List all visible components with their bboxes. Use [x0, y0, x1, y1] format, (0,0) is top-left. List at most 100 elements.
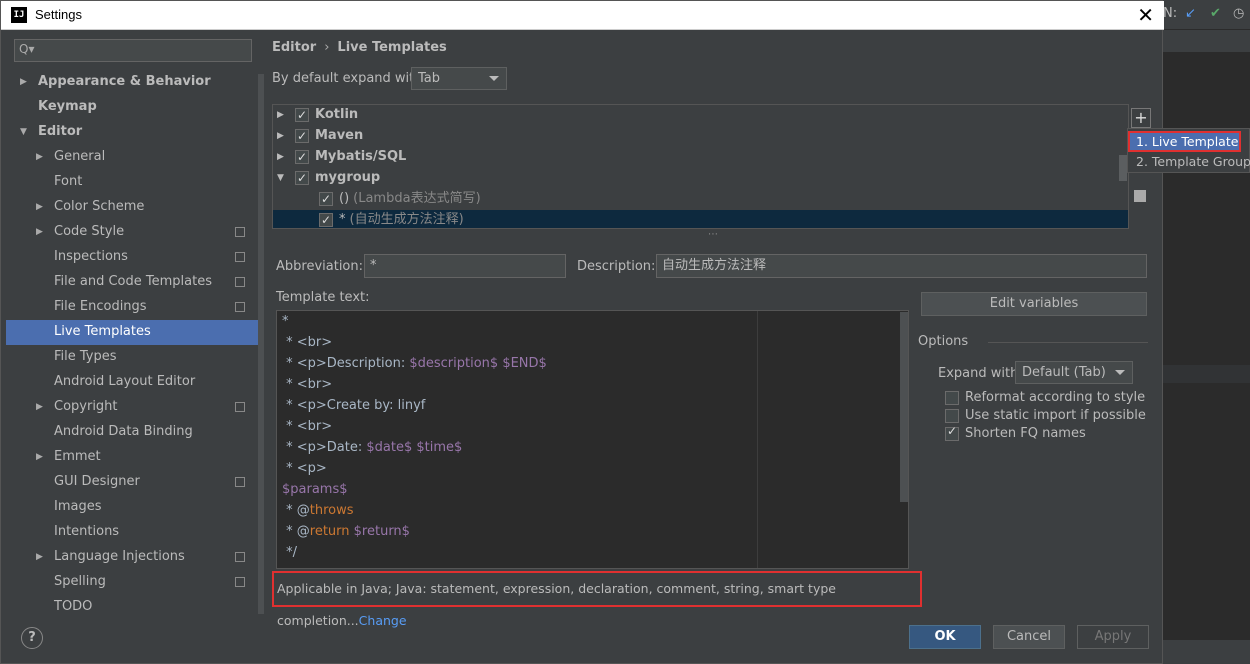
copy-icon[interactable] — [1134, 190, 1146, 202]
ide-toolbar: N: ↙ ✔ ◷ — [1163, 0, 1250, 30]
chevron-right-icon[interactable]: ▶ — [36, 445, 43, 469]
arrow-icon[interactable]: ↙ — [1185, 6, 1196, 21]
chevron-right-icon[interactable]: ▶ — [277, 126, 284, 146]
editor-scrollbar[interactable] — [900, 312, 908, 502]
sidebar-item[interactable]: Font — [6, 170, 261, 195]
sidebar-item[interactable]: Android Layout Editor — [6, 370, 261, 395]
template-label: Maven — [315, 126, 363, 146]
breadcrumb: Editor › Live Templates — [272, 40, 447, 55]
expand-with-select[interactable]: Tab — [411, 67, 507, 90]
template-checkbox[interactable] — [295, 168, 309, 188]
sidebar-item[interactable]: Inspections — [6, 245, 261, 270]
sidebar-item[interactable]: ▶ Color Scheme — [6, 195, 261, 220]
sidebar-item[interactable]: File and Code Templates — [6, 270, 261, 295]
sidebar-item[interactable]: ▶ General — [6, 145, 261, 170]
close-icon[interactable]: ✕ — [1137, 3, 1154, 27]
sidebar-item[interactable]: GUI Designer — [6, 470, 261, 495]
sidebar-item[interactable]: Keymap — [6, 95, 261, 120]
ok-button[interactable]: OK — [909, 625, 981, 649]
option-checkbox[interactable] — [945, 409, 959, 423]
sidebar-item-label: File Encodings — [54, 299, 147, 314]
sidebar-item[interactable]: ▶ Copyright — [6, 395, 261, 420]
template-text-editor[interactable]: * * <br> * <p>Description: $description$… — [276, 310, 909, 569]
sidebar-item[interactable]: Intentions — [6, 520, 261, 545]
template-text: * <br> — [282, 419, 333, 434]
sidebar-item-label: Android Layout Editor — [54, 374, 196, 389]
template-abbreviation: Kotlin — [315, 107, 359, 122]
help-button[interactable]: ? — [21, 627, 43, 649]
sidebar-item[interactable]: TODO — [6, 595, 261, 610]
template-line: * @throws — [282, 500, 353, 521]
popup-item-template-group[interactable]: 2. Template Group... — [1128, 151, 1250, 172]
chevron-right-icon[interactable]: ▶ — [36, 220, 43, 244]
chevron-right-icon[interactable]: ▶ — [36, 145, 43, 169]
change-contexts-link[interactable]: Change — [359, 613, 407, 628]
sidebar-item[interactable]: Android Data Binding — [6, 420, 261, 445]
sidebar-item[interactable]: Spelling — [6, 570, 261, 595]
sidebar-item[interactable]: ▶ Emmet — [6, 445, 261, 470]
template-text: * — [282, 314, 289, 329]
sidebar-item[interactable]: File Encodings — [6, 295, 261, 320]
sidebar-item[interactable]: Images — [6, 495, 261, 520]
sidebar-item[interactable]: ▶ Code Style — [6, 220, 261, 245]
sidebar-item[interactable]: File Types — [6, 345, 261, 370]
sidebar-item[interactable]: ▼ Editor — [6, 120, 261, 145]
chevron-right-icon[interactable]: ▶ — [36, 195, 43, 219]
chevron-right-icon[interactable]: ▶ — [277, 147, 284, 167]
settings-search-input[interactable]: Q▾ — [14, 39, 252, 62]
abbreviation-field[interactable]: * — [364, 254, 566, 278]
tree-scrollbar[interactable] — [1119, 155, 1127, 181]
sidebar-item[interactable]: Live Templates — [6, 320, 261, 345]
template-line: * <br> — [282, 332, 332, 353]
option-checkbox[interactable] — [945, 391, 959, 405]
options-expand-select[interactable]: Default (Tab) — [1015, 361, 1133, 384]
chevron-down-icon[interactable]: ▼ — [277, 168, 284, 188]
chevron-down-icon[interactable]: ▼ — [20, 120, 27, 144]
template-checkbox[interactable] — [319, 189, 333, 209]
chevron-right-icon[interactable]: ▶ — [36, 545, 43, 569]
check-icon[interactable]: ✔ — [1210, 6, 1221, 21]
template-group-row[interactable]: ▶ Mybatis/SQL — [273, 147, 1128, 168]
ide-toolbar-label: N: — [1163, 6, 1178, 21]
template-line: * <br> — [282, 416, 332, 437]
expand-with-label: By default expand with — [272, 71, 423, 86]
apply-button[interactable]: Apply — [1077, 625, 1149, 649]
template-text: * <p>Create by: linyf — [282, 398, 426, 413]
live-templates-panel: Editor › Live Templates By default expand … — [263, 31, 1163, 628]
option-checkbox-label: Use static import if possible — [965, 408, 1146, 423]
sidebar-item[interactable]: ▶ Appearance & Behavior — [6, 70, 261, 95]
template-label: mygroup — [315, 168, 380, 188]
template-checkbox[interactable] — [319, 210, 333, 228]
template-row[interactable]: ()(Lambda表达式简写) — [273, 189, 1128, 210]
clock-icon[interactable]: ◷ — [1233, 6, 1244, 21]
chevron-right-icon[interactable]: ▶ — [20, 70, 27, 94]
template-checkbox[interactable] — [295, 147, 309, 167]
template-row[interactable]: *(自动生成方法注释) — [273, 210, 1128, 228]
splitter-handle[interactable]: ⋯ — [708, 229, 718, 240]
template-variable: $description$ $END$ — [409, 356, 547, 371]
chevron-right-icon[interactable]: ▶ — [36, 395, 43, 419]
sidebar-item[interactable]: ▶ Language Injections — [6, 545, 261, 570]
popup-item-live-template[interactable]: 1. Live Template — [1128, 131, 1241, 152]
project-scope-icon — [235, 227, 245, 237]
description-field[interactable]: 自动生成方法注释 — [656, 254, 1147, 278]
add-template-button[interactable]: + — [1131, 108, 1151, 128]
template-group-row[interactable]: ▶ Maven — [273, 126, 1128, 147]
expand-with-value: Tab — [418, 71, 441, 86]
option-checkbox-label: Reformat according to style — [965, 390, 1146, 405]
options-expand-label: Expand with — [938, 366, 1019, 381]
template-text: */ — [282, 545, 298, 560]
edit-variables-button[interactable]: Edit variables — [921, 292, 1147, 316]
template-line: * <p>Description: $description$ $END$ — [282, 353, 547, 374]
template-checkbox[interactable] — [295, 126, 309, 146]
chevron-right-icon[interactable]: ▶ — [277, 105, 284, 125]
cancel-button[interactable]: Cancel — [993, 625, 1065, 649]
template-group-row[interactable]: ▶ Kotlin — [273, 105, 1128, 126]
template-line: * <p>Date: $date$ $time$ — [282, 437, 462, 458]
option-checkbox[interactable] — [945, 424, 959, 441]
template-group-row[interactable]: ▼ mygroup — [273, 168, 1128, 189]
template-text: * @ — [282, 503, 310, 518]
template-label: Mybatis/SQL — [315, 147, 406, 167]
template-checkbox[interactable] — [295, 105, 309, 125]
templates-tree: ▶ Kotlin ▶ Maven ▶ Mybatis/SQL ▼ mygroup ()(Lamb… — [272, 104, 1129, 229]
